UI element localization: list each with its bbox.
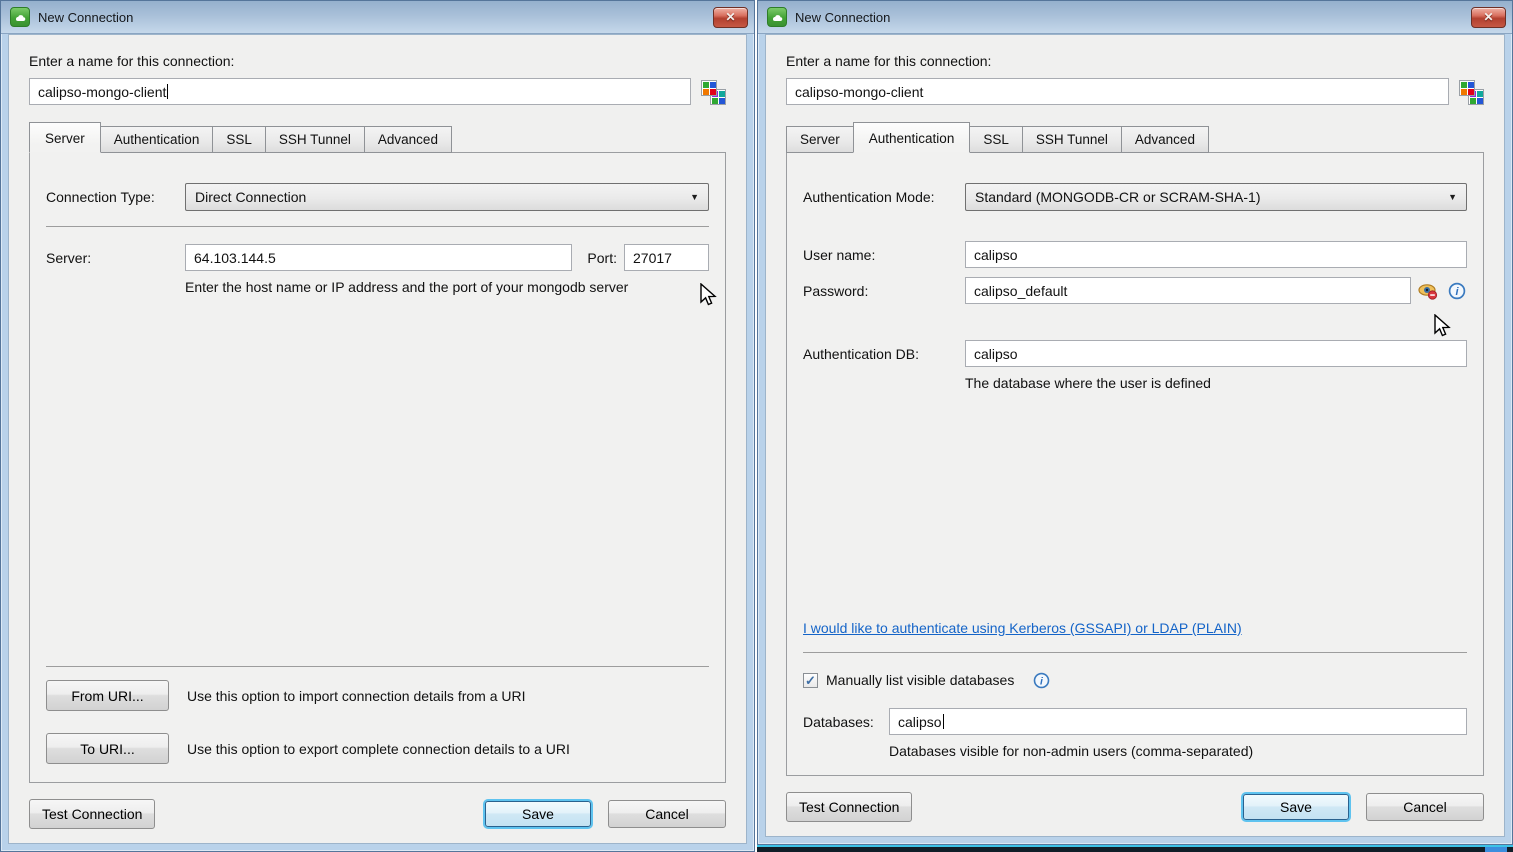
- auth-db-label: Authentication DB:: [803, 346, 965, 362]
- dialog-body: Enter a name for this connection: calips…: [765, 34, 1505, 837]
- tab-server[interactable]: Server: [29, 122, 101, 153]
- databases-input[interactable]: calipso: [889, 708, 1467, 735]
- password-info-icon[interactable]: i: [1447, 281, 1467, 301]
- background-window-chip: [1485, 847, 1507, 852]
- cancel-button[interactable]: Cancel: [608, 800, 726, 828]
- connection-type-select[interactable]: Direct Connection ▼: [185, 183, 709, 211]
- username-label: User name:: [803, 247, 965, 263]
- from-uri-help-text: Use this option to import connection det…: [187, 688, 526, 704]
- app-icon: [767, 7, 787, 27]
- connection-name-input[interactable]: calipso-mongo-client: [29, 78, 691, 105]
- server-address-value: 64.103.144.5: [194, 250, 276, 266]
- connection-type-label: Connection Type:: [46, 189, 185, 205]
- databases-help-text: Databases visible for non-admin users (c…: [889, 743, 1467, 759]
- text-caret: [943, 714, 944, 729]
- new-connection-dialog-server: New Connection ✕ Enter a name for this c…: [0, 0, 755, 852]
- connection-name-input[interactable]: calipso-mongo-client: [786, 78, 1449, 105]
- cancel-button[interactable]: Cancel: [1366, 793, 1484, 821]
- close-button[interactable]: ✕: [1471, 7, 1506, 28]
- tab-authentication[interactable]: Authentication: [100, 126, 214, 153]
- chevron-down-icon: ▼: [1448, 192, 1457, 202]
- auth-db-help-text: The database where the user is defined: [965, 375, 1467, 391]
- tab-advanced[interactable]: Advanced: [364, 126, 452, 153]
- username-input[interactable]: calipso: [965, 241, 1467, 268]
- password-input[interactable]: calipso_default: [965, 277, 1411, 304]
- databases-label: Databases:: [803, 714, 889, 730]
- tab-ssl[interactable]: SSL: [212, 126, 266, 153]
- titlebar[interactable]: New Connection ✕: [1, 1, 754, 34]
- authentication-tab-panel: Authentication Mode: Standard (MONGODB-C…: [786, 152, 1484, 776]
- save-button[interactable]: Save: [1243, 794, 1349, 820]
- databases-section-divider: [803, 652, 1467, 653]
- section-divider: [46, 226, 709, 227]
- password-label: Password:: [803, 283, 965, 299]
- dialog-footer: Test Connection Save Cancel: [29, 783, 726, 829]
- username-value: calipso: [974, 247, 1018, 263]
- server-help-text: Enter the host name or IP address and th…: [185, 279, 709, 295]
- port-label: Port:: [587, 250, 617, 266]
- cloud-icon: [769, 9, 785, 25]
- tab-ssh-tunnel[interactable]: SSH Tunnel: [265, 126, 365, 153]
- manual-list-checkbox[interactable]: ✓: [803, 673, 818, 688]
- hide-password-eye-icon[interactable]: [1418, 281, 1438, 301]
- to-uri-button[interactable]: To URI...: [46, 733, 169, 764]
- auth-mode-label: Authentication Mode:: [803, 189, 965, 205]
- auth-mode-select[interactable]: Standard (MONGODB-CR or SCRAM-SHA-1) ▼: [965, 183, 1467, 211]
- text-caret: [167, 84, 168, 99]
- manual-list-info-icon[interactable]: i: [1031, 670, 1051, 690]
- connection-name-label: Enter a name for this connection:: [29, 53, 726, 69]
- app-icon: [10, 7, 30, 27]
- test-connection-button[interactable]: Test Connection: [786, 792, 912, 822]
- dialog-body: Enter a name for this connection: calips…: [8, 34, 747, 844]
- to-uri-help-text: Use this option to export complete conne…: [187, 741, 570, 757]
- save-button[interactable]: Save: [485, 801, 591, 827]
- window-title: New Connection: [38, 10, 133, 25]
- from-uri-button[interactable]: From URI...: [46, 680, 169, 711]
- close-button[interactable]: ✕: [713, 7, 748, 28]
- auth-db-input[interactable]: calipso: [965, 340, 1467, 367]
- new-connection-dialog-authentication: New Connection ✕ Enter a name for this c…: [757, 0, 1513, 845]
- tab-ssl[interactable]: SSL: [969, 126, 1023, 153]
- connection-name-label: Enter a name for this connection:: [786, 53, 1484, 69]
- manual-list-label: Manually list visible databases: [826, 672, 1014, 688]
- connection-name-value: calipso-mongo-client: [795, 84, 923, 100]
- connection-color-button[interactable]: [700, 79, 726, 105]
- server-label: Server:: [46, 250, 185, 266]
- window-title: New Connection: [795, 10, 890, 25]
- test-connection-button[interactable]: Test Connection: [29, 799, 155, 829]
- tab-server[interactable]: Server: [786, 126, 854, 153]
- port-input[interactable]: 27017: [624, 244, 709, 271]
- port-value: 27017: [633, 250, 672, 266]
- chevron-down-icon: ▼: [690, 192, 699, 202]
- tab-ssh-tunnel[interactable]: SSH Tunnel: [1022, 126, 1122, 153]
- color-card-front: [1459, 80, 1475, 96]
- desktop-stage: New Connection ✕ Enter a name for this c…: [0, 0, 1513, 852]
- color-card-front: [701, 80, 717, 96]
- tab-advanced[interactable]: Advanced: [1121, 126, 1209, 153]
- connection-type-value: Direct Connection: [195, 189, 306, 205]
- connection-color-button[interactable]: [1458, 79, 1484, 105]
- titlebar[interactable]: New Connection ✕: [758, 1, 1512, 34]
- databases-value: calipso: [898, 714, 942, 730]
- dialog-footer: Test Connection Save Cancel: [786, 776, 1484, 822]
- cloud-icon: [12, 9, 28, 25]
- server-address-input[interactable]: 64.103.144.5: [185, 244, 572, 271]
- connection-name-value: calipso-mongo-client: [38, 84, 166, 100]
- tab-bar: Server Authentication SSL SSH Tunnel Adv…: [29, 122, 726, 153]
- uri-section-divider: [46, 666, 709, 667]
- auth-db-value: calipso: [974, 346, 1018, 362]
- background-window-edge: [757, 845, 1513, 852]
- server-tab-panel: Connection Type: Direct Connection ▼ Ser…: [29, 152, 726, 783]
- kerberos-ldap-link[interactable]: I would like to authenticate using Kerbe…: [803, 620, 1242, 636]
- tab-authentication[interactable]: Authentication: [853, 122, 971, 153]
- password-value: calipso_default: [974, 283, 1067, 299]
- auth-mode-value: Standard (MONGODB-CR or SCRAM-SHA-1): [975, 189, 1261, 205]
- tab-bar: Server Authentication SSL SSH Tunnel Adv…: [786, 122, 1484, 153]
